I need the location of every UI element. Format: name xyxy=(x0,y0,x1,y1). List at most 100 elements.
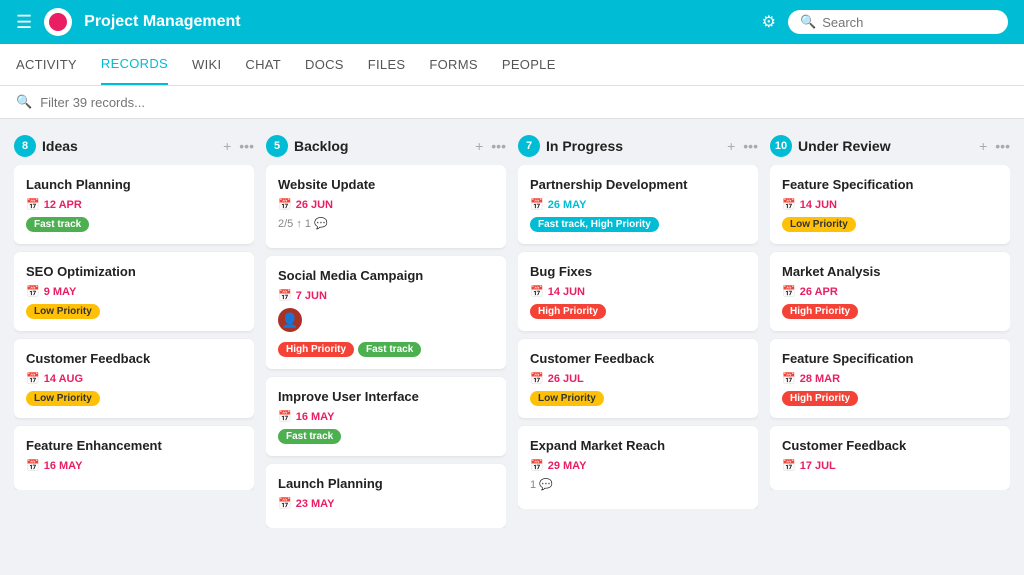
card-title: Website Update xyxy=(278,177,494,192)
card-date: 📅 28 MAR xyxy=(782,372,998,385)
card-date: 📅 29 MAY xyxy=(530,459,746,472)
app-header: ☰ Project Management ⚙ 🔍 xyxy=(0,0,1024,44)
card-title: SEO Optimization xyxy=(26,264,242,279)
nav-records[interactable]: RECORDS xyxy=(101,44,168,85)
add-card-icon[interactable]: + xyxy=(475,138,483,154)
card-title: Customer Feedback xyxy=(530,351,746,366)
column-menu-icon[interactable]: ••• xyxy=(239,138,254,154)
card-date: 📅 23 MAY xyxy=(278,497,494,510)
nav-wiki[interactable]: WIKI xyxy=(192,45,221,84)
column-title-underreview: Under Review xyxy=(798,138,973,154)
card-date: 📅 26 JUL xyxy=(530,372,746,385)
calendar-icon: 📅 xyxy=(530,372,544,385)
card[interactable]: Bug Fixes 📅 14 JUN High Priority xyxy=(518,252,758,331)
card-date: 📅 16 MAY xyxy=(26,459,242,472)
card-date: 📅 14 JUN xyxy=(530,285,746,298)
calendar-icon: 📅 xyxy=(782,459,796,472)
card[interactable]: SEO Optimization📅 9 MAYLow Priority xyxy=(14,252,254,331)
card-date: 📅 16 MAY xyxy=(278,410,494,423)
card[interactable]: Improve User Interface 📅 16 MAY Fast track xyxy=(266,377,506,456)
nav-docs[interactable]: DOCS xyxy=(305,45,344,84)
column-menu-icon[interactable]: ••• xyxy=(995,138,1010,154)
card-title: Feature Specification xyxy=(782,177,998,192)
card[interactable]: Website Update📅 26 JUN2/5 ↑ 1 💬 xyxy=(266,165,506,248)
cards-container-inprogress: Partnership Development📅 26 MAYFast trac… xyxy=(518,165,758,509)
calendar-icon: 📅 xyxy=(782,372,796,385)
column-menu-icon[interactable]: ••• xyxy=(743,138,758,154)
card[interactable]: Customer Feedback📅 17 JUL xyxy=(770,426,1010,490)
tag: High Priority xyxy=(530,304,606,319)
column-header-inprogress: 7In Progress+ ••• xyxy=(518,131,758,165)
tag: Fast track xyxy=(278,429,341,444)
calendar-icon: 📅 xyxy=(278,198,292,211)
settings-icon[interactable]: ⚙ xyxy=(762,12,776,32)
card-title: Social Media Campaign xyxy=(278,268,494,283)
calendar-icon: 📅 xyxy=(782,285,796,298)
filter-input[interactable] xyxy=(40,95,240,110)
card[interactable]: Customer Feedback 📅 26 JUL Low Priority xyxy=(518,339,758,418)
app-title: Project Management xyxy=(84,13,750,31)
nav-activity[interactable]: ACTIVITY xyxy=(16,45,77,84)
column-title-ideas: Ideas xyxy=(42,138,217,154)
calendar-icon: 📅 xyxy=(782,198,796,211)
nav-files[interactable]: FILES xyxy=(368,45,406,84)
calendar-icon: 📅 xyxy=(530,285,544,298)
card[interactable]: Expand Market Reach 📅 29 MAY 1 💬 xyxy=(518,426,758,509)
column-title-backlog: Backlog xyxy=(294,138,469,154)
calendar-icon: 📅 xyxy=(278,497,292,510)
add-card-icon[interactable]: + xyxy=(727,138,735,154)
tag: High Priority xyxy=(782,304,858,319)
card[interactable]: Market Analysis 📅 26 APR High Priority xyxy=(770,252,1010,331)
card-tags: High Priority xyxy=(782,304,998,319)
column-menu-icon[interactable]: ••• xyxy=(491,138,506,154)
card-date: 📅 12 APR xyxy=(26,198,242,211)
column-header-underreview: 10Under Review+ ••• xyxy=(770,131,1010,165)
cards-container-backlog: Website Update📅 26 JUN2/5 ↑ 1 💬Social Me… xyxy=(266,165,506,528)
card-title: Customer Feedback xyxy=(26,351,242,366)
card[interactable]: Social Media Campaign 📅 7 JUN 👤 High Priori… xyxy=(266,256,506,369)
nav-forms[interactable]: FORMS xyxy=(429,45,477,84)
tag: Low Priority xyxy=(530,391,604,406)
card-title: Launch Planning xyxy=(26,177,242,192)
card[interactable]: Partnership Development📅 26 MAYFast trac… xyxy=(518,165,758,244)
card-title: Expand Market Reach xyxy=(530,438,746,453)
column-inprogress: 7In Progress+ •••Partnership Development… xyxy=(518,131,758,559)
card-title: Improve User Interface xyxy=(278,389,494,404)
card[interactable]: Feature Specification📅 28 MARHigh Priori… xyxy=(770,339,1010,418)
card-date: 📅 26 APR xyxy=(782,285,998,298)
card[interactable]: Customer Feedback 📅 14 AUG Low Priority xyxy=(14,339,254,418)
card-date: 📅 14 AUG xyxy=(26,372,242,385)
column-count-inprogress: 7 xyxy=(518,135,540,157)
calendar-icon: 📅 xyxy=(26,372,40,385)
calendar-icon: 📅 xyxy=(278,410,292,423)
card[interactable]: Feature Enhancement📅 16 MAY xyxy=(14,426,254,490)
tag: High Priority xyxy=(278,342,354,357)
search-input[interactable] xyxy=(822,15,996,30)
nav-chat[interactable]: CHAT xyxy=(245,45,281,84)
card-date: 📅 7 JUN xyxy=(278,289,494,302)
card-date: 📅 9 MAY xyxy=(26,285,242,298)
card[interactable]: Launch Planning 📅 12 APR Fast track xyxy=(14,165,254,244)
card-meta: 1 💬 xyxy=(530,478,746,491)
card-title: Partnership Development xyxy=(530,177,746,192)
card-tags: High Priority xyxy=(782,391,998,406)
menu-icon[interactable]: ☰ xyxy=(16,12,32,33)
card-title: Bug Fixes xyxy=(530,264,746,279)
avatar: 👤 xyxy=(278,308,302,332)
nav-people[interactable]: PEOPLE xyxy=(502,45,556,84)
tag: Fast track, High Priority xyxy=(530,217,659,232)
card[interactable]: Launch Planning📅 23 MAY xyxy=(266,464,506,528)
tag: Low Priority xyxy=(26,391,100,406)
card[interactable]: Feature Specification📅 14 JUNLow Priorit… xyxy=(770,165,1010,244)
card-date: 📅 26 JUN xyxy=(278,198,494,211)
calendar-icon: 📅 xyxy=(26,198,40,211)
search-box[interactable]: 🔍 xyxy=(788,10,1008,34)
card-title: Market Analysis xyxy=(782,264,998,279)
add-card-icon[interactable]: + xyxy=(223,138,231,154)
add-card-icon[interactable]: + xyxy=(979,138,987,154)
card-tags: Fast track xyxy=(26,217,242,232)
column-backlog: 5Backlog+ •••Website Update📅 26 JUN2/5 ↑… xyxy=(266,131,506,559)
column-header-backlog: 5Backlog+ ••• xyxy=(266,131,506,165)
calendar-icon: 📅 xyxy=(26,285,40,298)
column-ideas: 8Ideas+ •••Launch Planning📅 12 APRFast t… xyxy=(14,131,254,559)
